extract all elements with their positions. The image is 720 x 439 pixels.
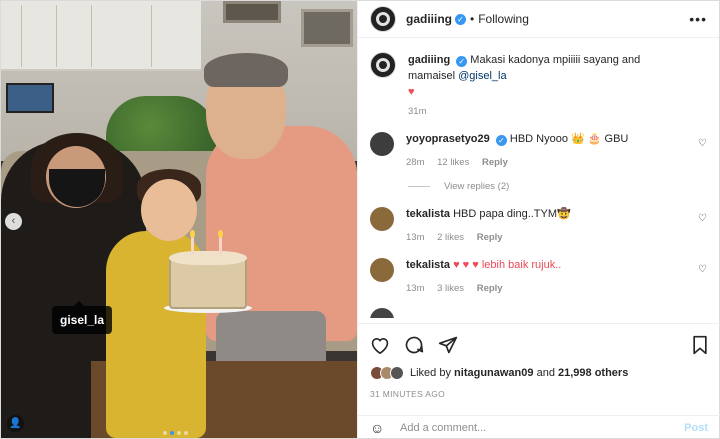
reply-button[interactable]: Reply [482, 157, 508, 168]
photo-man-hair [204, 53, 288, 87]
comment-username[interactable]: tekalista [406, 259, 450, 271]
comment-time: 28m [406, 157, 425, 168]
comment-username[interactable]: yoyoprasetyo29 [406, 133, 490, 145]
post-header: gadiiing ✓ • Following ••• [358, 1, 719, 38]
view-replies-button[interactable]: View replies (2) [408, 181, 707, 192]
photo-plant [106, 96, 216, 156]
carousel-prev-button[interactable]: ‹ [5, 213, 22, 230]
photo-candle [219, 237, 222, 255]
carousel-dot [184, 431, 188, 435]
avatar[interactable] [370, 308, 394, 318]
photo-screen [6, 83, 54, 113]
caption-text: gadiiing ✓ Makasi kadonya mpiiiii sayang… [408, 52, 678, 100]
photo-candle-flame [190, 230, 195, 238]
comment-text: yoyoprasetyo29 ✓ HBD Nyooo 👑 🎂 GBU [406, 132, 696, 147]
comment-body: HBD Nyooo 👑 🎂 GBU [509, 133, 629, 145]
avatar [390, 366, 404, 380]
reply-button[interactable]: Reply [477, 283, 503, 294]
like-icon[interactable] [370, 336, 390, 354]
avatar[interactable] [370, 52, 396, 78]
comment-time: 13m [406, 232, 425, 243]
verified-badge-icon: ✓ [456, 56, 468, 67]
post-photo[interactable]: gisel_la ‹ 👤 [1, 1, 357, 438]
avatar[interactable] [370, 6, 396, 32]
avatar[interactable] [370, 258, 394, 282]
verified-badge-icon: ✓ [495, 135, 507, 146]
emoji-icon[interactable]: ☺ [370, 420, 388, 436]
likes-prefix: Liked by [410, 367, 451, 379]
comment-likes[interactable]: 2 likes [437, 232, 464, 243]
carousel-dot [163, 431, 167, 435]
comment-body: ♥ ♥ ♥ lebih baik rujuk.. [453, 259, 562, 271]
comment-likes[interactable]: 12 likes [437, 157, 469, 168]
comment-item: tekalista HBD papa ding..TYM🤠 13m 2 like… [370, 207, 707, 243]
more-options-icon[interactable]: ••• [689, 11, 707, 27]
photo-candle-flame [218, 230, 223, 238]
photo-wall-frame [301, 9, 353, 47]
add-comment-bar: ☺ Post [358, 415, 720, 439]
photo-cake-top [169, 251, 247, 265]
post-comment-button[interactable]: Post [684, 422, 708, 434]
post-actions: Liked by nitagunawan09 and 21,998 others… [358, 323, 720, 399]
comment-body: HBD papa ding..TYM🤠 [453, 208, 571, 220]
caption-time: 31m [408, 106, 427, 117]
comment-meta: 13m 2 likes Reply [406, 232, 696, 243]
caption: gadiiing ✓ Makasi kadonya mpiiiii sayang… [370, 52, 707, 100]
comment-item: tekalista ♥ ♥ ♥ lebih baik rujuk.. 13m 3… [370, 258, 707, 294]
action-icons [370, 334, 708, 356]
post-side-panel: gadiiing ✓ • Following ••• gadiiing ✓ Ma… [357, 1, 720, 439]
comment-input[interactable] [400, 421, 685, 434]
following-button[interactable]: Following [478, 12, 529, 26]
caption-mention-link[interactable]: @gisel_la [458, 70, 506, 82]
avatar[interactable] [370, 132, 394, 156]
comment-time: 13m [406, 283, 425, 294]
photo-girl-face [141, 179, 197, 241]
header-separator: • [470, 12, 475, 26]
carousel-dots [163, 431, 188, 435]
photo-wall-frame [223, 1, 281, 23]
comment-likes[interactable]: 3 likes [437, 283, 464, 294]
replies-line [408, 186, 430, 187]
avatar[interactable] [370, 207, 394, 231]
likes-text: Liked by nitagunawan09 and 21,998 others [410, 367, 628, 379]
comment-like-icon[interactable]: ♡ [698, 138, 707, 149]
comment-like-icon[interactable]: ♡ [698, 264, 707, 275]
photo-candle [191, 237, 194, 255]
carousel-dot-active [170, 431, 174, 435]
comment-like-icon[interactable]: ♡ [698, 213, 707, 224]
verified-badge-icon: ✓ [455, 13, 466, 25]
comment-icon[interactable] [404, 335, 424, 355]
likes-others-link[interactable]: 21,998 others [558, 367, 628, 379]
bookmark-icon[interactable] [692, 335, 708, 355]
photo-user-tag[interactable]: gisel_la [52, 301, 113, 334]
comment-username[interactable]: tekalista [406, 208, 450, 220]
comment-meta: 13m 3 likes Reply [406, 283, 696, 294]
comment-text: tekalista ♥ ♥ ♥ lebih baik rujuk.. [406, 258, 696, 273]
user-tags-icon[interactable]: 👤 [7, 415, 24, 432]
view-replies-label: View replies (2) [444, 181, 510, 192]
comment-text: tekalista HBD papa ding..TYM🤠 [406, 207, 696, 222]
carousel-dot [177, 431, 181, 435]
post-modal: gisel_la ‹ 👤 gadiiing ✓ • Following ••• … [0, 0, 720, 439]
likes-and: and [536, 367, 555, 379]
post-author-username[interactable]: gadiiing [406, 12, 452, 26]
comment-meta: 28m 12 likes Reply [406, 157, 696, 168]
heart-emoji: ♥ [408, 86, 415, 98]
comment-item: yoyoprasetyo29 ✓ HBD Nyooo 👑 🎂 GBU 28m 1… [370, 132, 707, 168]
comments-list[interactable]: gadiiing ✓ Makasi kadonya mpiiiii sayang… [358, 38, 719, 323]
likes-user-link[interactable]: nitagunawan09 [454, 367, 533, 379]
reply-button[interactable]: Reply [477, 232, 503, 243]
likes-summary: Liked by nitagunawan09 and 21,998 others [370, 366, 708, 380]
photo-cabinet [1, 1, 201, 71]
post-timestamp[interactable]: 31 MINUTES AGO [370, 389, 708, 399]
comment-item-partial [370, 308, 707, 318]
share-icon[interactable] [438, 335, 458, 355]
caption-username[interactable]: gadiiing [408, 54, 450, 66]
